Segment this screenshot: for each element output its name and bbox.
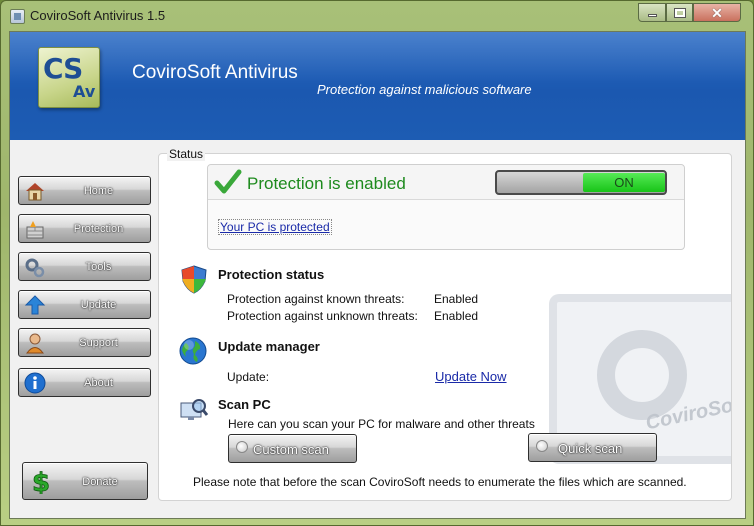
firewall-icon [26, 221, 44, 239]
custom-scan-button[interactable]: Custom scan [228, 434, 357, 463]
nav-about-label: About [84, 377, 113, 389]
title-bar[interactable]: CoviroSoft Antivirus 1.5 ✕ [1, 1, 753, 31]
maximize-button[interactable] [666, 3, 693, 22]
scan-pc-icon [180, 399, 209, 420]
dollar-icon: $ [32, 468, 51, 494]
donate-button[interactable]: $ Donate [22, 462, 148, 500]
scan-orb-icon [536, 440, 548, 452]
unknown-threats-label: Protection against unknown threats: [227, 309, 418, 323]
nav-protection-label: Protection [73, 223, 124, 235]
update-label: Update: [227, 370, 270, 384]
scan-note: Please note that before the scan CoviroS… [193, 475, 687, 489]
scan-orb-icon [236, 441, 248, 453]
support-person-icon [26, 333, 44, 354]
protection-header: Protection is enabled ON [208, 165, 684, 200]
scan-pc-heading: Scan PC [218, 397, 271, 412]
logo-text-cs: CS [43, 52, 83, 85]
nav-update-label: Update [80, 299, 117, 311]
globe-icon [179, 337, 207, 365]
nav-support-button[interactable]: Support [18, 328, 151, 357]
protection-status-heading: Protection status [218, 267, 325, 282]
update-now-link[interactable]: Update Now [435, 369, 507, 384]
house-icon [26, 183, 44, 201]
nav-tools-label: Tools [85, 261, 112, 273]
app-window: CoviroSoft Antivirus 1.5 ✕ CS Av CoviroS… [0, 0, 754, 526]
window-title: CoviroSoft Antivirus 1.5 [30, 8, 166, 23]
nav-protection-button[interactable]: Protection [18, 214, 151, 243]
status-legend: Status [167, 147, 206, 161]
app-logo: CS Av [38, 47, 100, 108]
info-icon [24, 372, 46, 394]
quick-scan-button[interactable]: Quick scan [528, 433, 657, 462]
minimize-icon [647, 14, 657, 17]
unknown-threats-value: Enabled [434, 309, 479, 323]
scan-description: Here can you scan your PC for malware an… [228, 417, 535, 431]
toggle-on-label: ON [583, 173, 665, 192]
client-area: CS Av CoviroSoft Antivirus Protection ag… [9, 31, 746, 519]
pc-protected-link[interactable]: Your PC is protected [218, 219, 332, 235]
app-icon [10, 9, 25, 24]
nav-tools-button[interactable]: Tools [18, 252, 151, 281]
app-name: CoviroSoft Antivirus [132, 62, 298, 83]
custom-scan-label: Custom scan [253, 442, 329, 457]
protection-status-title: Protection is enabled [247, 174, 406, 193]
logo-text-av: Av [73, 82, 96, 101]
nav-support-label: Support [79, 337, 118, 349]
nav-home-button[interactable]: Home [18, 176, 151, 205]
header-banner: CS Av CoviroSoft Antivirus Protection ag… [10, 32, 745, 140]
protection-box: Protection is enabled ON Your PC is prot… [207, 164, 685, 250]
nav-update-button[interactable]: Update [18, 290, 151, 319]
known-threats-label: Protection against known threats: [227, 292, 405, 306]
svg-text:$: $ [32, 468, 50, 494]
gears-icon [25, 258, 45, 278]
minimize-button[interactable] [638, 3, 666, 22]
close-button[interactable]: ✕ [693, 3, 741, 22]
checkmark-icon [214, 169, 242, 194]
shield-icon [181, 265, 207, 294]
update-manager-heading: Update manager [218, 339, 320, 354]
donate-label: Donate [82, 476, 118, 488]
banner-shine [10, 32, 745, 82]
protection-toggle[interactable]: ON [495, 170, 667, 195]
quick-scan-label: Quick scan [558, 441, 623, 456]
nav-about-button[interactable]: About [18, 368, 151, 397]
nav-home-label: Home [83, 185, 114, 197]
status-panel: CoviroSoft Protection is enabled ON Your… [158, 153, 732, 501]
app-tagline: Protection against malicious software [317, 82, 532, 97]
maximize-icon [673, 7, 686, 18]
up-arrow-icon [24, 295, 46, 315]
known-threats-value: Enabled [434, 292, 479, 306]
close-icon: ✕ [711, 4, 723, 21]
